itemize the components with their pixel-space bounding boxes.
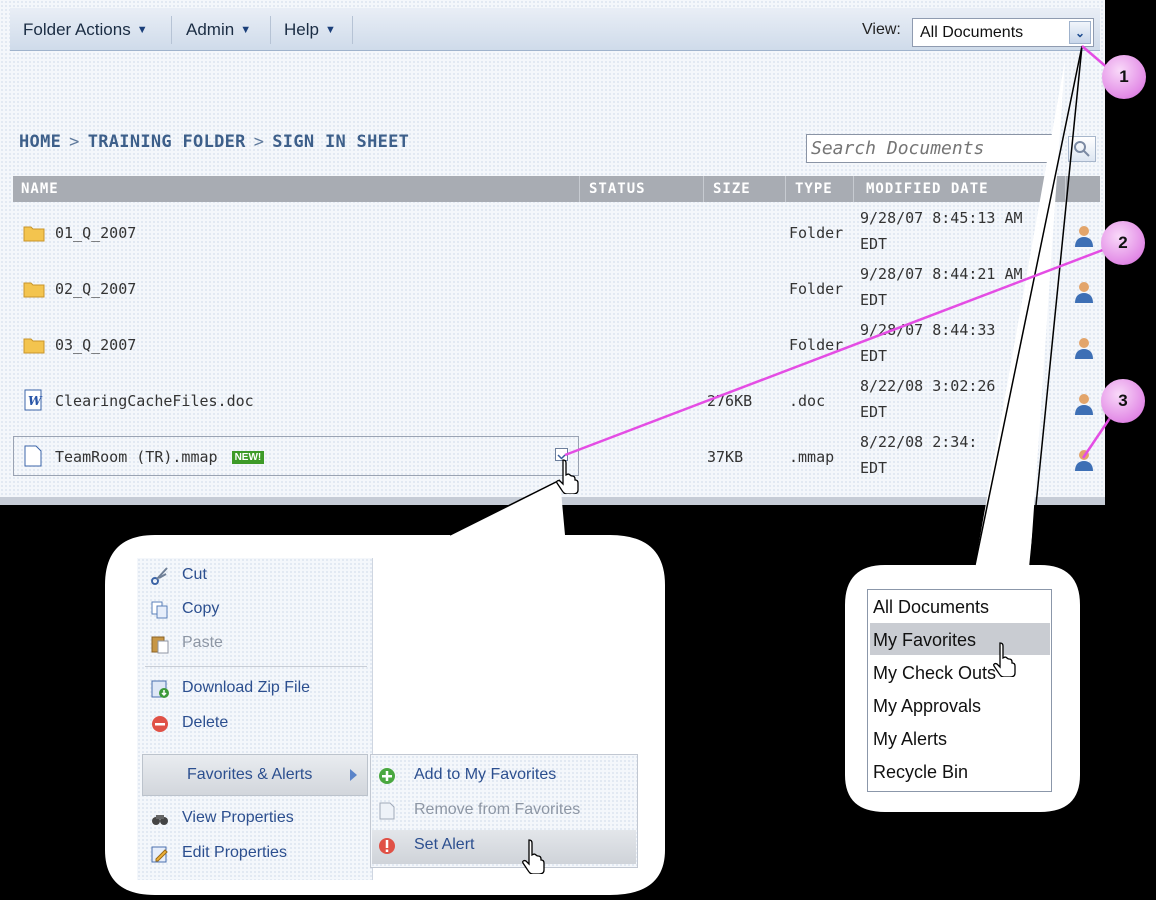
view-option-my-alerts[interactable]: My Alerts [873, 729, 947, 750]
menu-item-remove-from-favorites[interactable]: Remove from Favorites [372, 795, 634, 825]
menu-item-set-alert[interactable]: Set Alert [372, 830, 634, 860]
menu-item-label: Cut [182, 566, 207, 583]
add-icon [379, 768, 395, 784]
alert-icon [379, 838, 395, 854]
menu-item-label: Edit Properties [182, 844, 287, 861]
edit-properties-icon [151, 846, 168, 863]
chevron-right-icon [350, 769, 357, 781]
menu-separator [145, 666, 367, 667]
view-option-my-check-outs[interactable]: My Check Outs [873, 663, 996, 684]
menu-item-label: View Properties [182, 809, 294, 826]
hand-cursor-icon [993, 642, 1016, 677]
view-option-all-documents[interactable]: All Documents [873, 597, 989, 618]
callout-line [1081, 414, 1114, 459]
page-icon [379, 802, 395, 820]
scissors-icon [151, 567, 168, 585]
menu-item-paste[interactable]: Paste [145, 628, 367, 658]
menu-item-edit-properties[interactable]: Edit Properties [145, 838, 367, 868]
menu-item-label: Remove from Favorites [414, 801, 581, 818]
hand-cursor-icon [556, 459, 579, 494]
delete-icon [152, 716, 168, 732]
callout-badge-3: 3 [1101, 379, 1145, 423]
menu-item-favorites-alerts[interactable]: Favorites & Alerts [142, 754, 368, 796]
menu-item-cut[interactable]: Cut [145, 560, 367, 590]
hand-cursor-icon [522, 839, 545, 874]
menu-item-copy[interactable]: Copy [145, 594, 367, 624]
menu-item-download-zip[interactable]: Download Zip File [145, 673, 367, 703]
view-dropdown-list: All Documents My Favorites My Check Outs… [867, 589, 1052, 792]
view-properties-icon [152, 815, 168, 825]
menu-item-add-to-favorites[interactable]: Add to My Favorites [372, 760, 634, 790]
view-option-my-favorites[interactable]: My Favorites [873, 630, 976, 651]
view-option-my-approvals[interactable]: My Approvals [873, 696, 981, 717]
menu-item-delete[interactable]: Delete [145, 708, 367, 738]
callout-badge-1: 1 [1102, 55, 1146, 99]
menu-item-label: Favorites & Alerts [187, 766, 313, 783]
callout-badge-2: 2 [1101, 221, 1145, 265]
copy-icon [151, 601, 168, 619]
menu-item-label: Delete [182, 714, 229, 731]
paste-icon [151, 636, 169, 654]
download-zip-icon [151, 680, 169, 698]
menu-item-label: Copy [182, 600, 220, 617]
context-menu: Cut Copy Paste Download Zip File Delete … [137, 558, 373, 880]
menu-item-label: Download Zip File [182, 679, 311, 696]
menu-item-label: Set Alert [414, 836, 475, 853]
view-option-recycle-bin[interactable]: Recycle Bin [873, 762, 968, 783]
menu-item-label: Paste [182, 634, 223, 651]
menu-item-label: Add to My Favorites [414, 766, 557, 783]
menu-item-view-properties[interactable]: View Properties [145, 803, 367, 833]
